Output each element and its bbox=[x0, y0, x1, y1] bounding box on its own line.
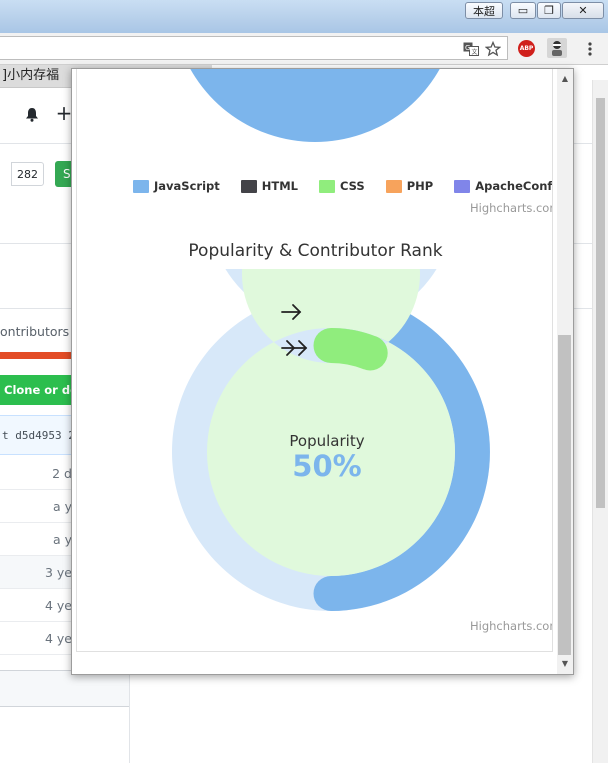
menu-icon[interactable] bbox=[584, 40, 596, 58]
file-row[interactable]: 2 d bbox=[0, 457, 80, 490]
legend-item-php[interactable]: PHP bbox=[385, 179, 434, 193]
star-icon[interactable] bbox=[484, 40, 502, 58]
gauge-bar-cap-end bbox=[352, 335, 388, 371]
highcharts-credits[interactable]: Highcharts.com bbox=[470, 201, 552, 215]
svg-text:文: 文 bbox=[472, 48, 478, 56]
file-row[interactable]: 3 ye bbox=[0, 556, 80, 589]
legend-item-apacheconf[interactable]: ApacheConf bbox=[454, 179, 552, 193]
legend-item-css[interactable]: CSS bbox=[319, 179, 365, 193]
scroll-up-arrow-icon[interactable]: ▲ bbox=[560, 73, 570, 83]
legend-swatch bbox=[385, 179, 402, 193]
pie-legend: JavaScript HTML CSS PHP ApacheConf bbox=[133, 177, 552, 195]
pie-slice-javascript bbox=[190, 69, 440, 142]
contributors-link[interactable]: ontributors bbox=[0, 324, 69, 339]
adblock-plus-icon[interactable]: ABP bbox=[518, 40, 535, 57]
file-row[interactable]: a y bbox=[0, 490, 80, 523]
latest-commit[interactable]: t d5d4953 2 d bbox=[0, 415, 80, 455]
gauge-bar-cap-start bbox=[313, 328, 349, 363]
popup-scrollbar-thumb[interactable] bbox=[558, 335, 571, 655]
clone-or-download-button[interactable]: Clone or dov bbox=[0, 375, 80, 405]
minimize-button[interactable]: ▭ bbox=[510, 2, 536, 19]
legend-swatch bbox=[133, 179, 149, 193]
legend-label: CSS bbox=[340, 179, 365, 193]
file-row[interactable]: 4 ye bbox=[0, 589, 80, 622]
legend-label: HTML bbox=[261, 179, 298, 193]
legend-swatch bbox=[319, 179, 335, 193]
bell-icon[interactable] bbox=[24, 106, 40, 122]
window-title-button[interactable]: 本超 bbox=[465, 2, 503, 19]
popup-scrollbar[interactable]: ▲ ▼ bbox=[557, 69, 573, 674]
page-scrollbar[interactable] bbox=[592, 80, 608, 763]
translate-icon[interactable]: G 文 bbox=[462, 41, 480, 57]
gauge-center-label: Popularity bbox=[289, 432, 365, 450]
scroll-down-arrow-icon[interactable]: ▼ bbox=[560, 658, 570, 668]
close-button[interactable]: ✕ bbox=[562, 2, 604, 19]
page-scrollbar-thumb[interactable] bbox=[596, 98, 605, 508]
gauge-track-2 bbox=[206, 269, 455, 576]
star-count[interactable]: 282 bbox=[11, 162, 44, 186]
window-title-bar: 本超 ▭ ❐ ✕ bbox=[0, 0, 608, 33]
legend-swatch bbox=[240, 179, 257, 193]
file-row[interactable]: 4 ye bbox=[0, 622, 80, 655]
legend-item-javascript[interactable]: JavaScript bbox=[133, 179, 220, 193]
extension-avatar-icon[interactable] bbox=[547, 38, 567, 58]
legend-label: JavaScript bbox=[154, 179, 220, 193]
gauge-title: Popularity & Contributor Rank bbox=[188, 241, 443, 261]
language-pie-chart bbox=[190, 69, 440, 142]
legend-item-html[interactable]: HTML bbox=[240, 179, 298, 193]
legend-swatch bbox=[454, 179, 471, 193]
highcharts-credits-bottom[interactable]: Highcharts.com bbox=[470, 619, 552, 633]
gauge-center-value: 50% bbox=[292, 449, 362, 483]
gauge-bar-cap-end bbox=[313, 576, 349, 611]
column-divider bbox=[129, 670, 130, 763]
restore-button[interactable]: ❐ bbox=[537, 2, 561, 19]
browser-toolbar: G 文 ABP bbox=[0, 33, 608, 65]
address-bar[interactable]: G 文 bbox=[0, 36, 508, 60]
legend-label: PHP bbox=[406, 179, 434, 193]
file-row[interactable]: a y bbox=[0, 523, 80, 556]
language-bar bbox=[0, 352, 80, 359]
svg-text:G: G bbox=[465, 44, 470, 52]
readme-header bbox=[0, 670, 130, 707]
plus-icon[interactable]: + bbox=[56, 101, 73, 125]
popup-content: JavaScript HTML CSS PHP ApacheConf Highc… bbox=[76, 69, 553, 652]
legend-label: ApacheConf bbox=[475, 179, 553, 193]
extension-popup: JavaScript HTML CSS PHP ApacheConf Highc… bbox=[71, 68, 574, 675]
